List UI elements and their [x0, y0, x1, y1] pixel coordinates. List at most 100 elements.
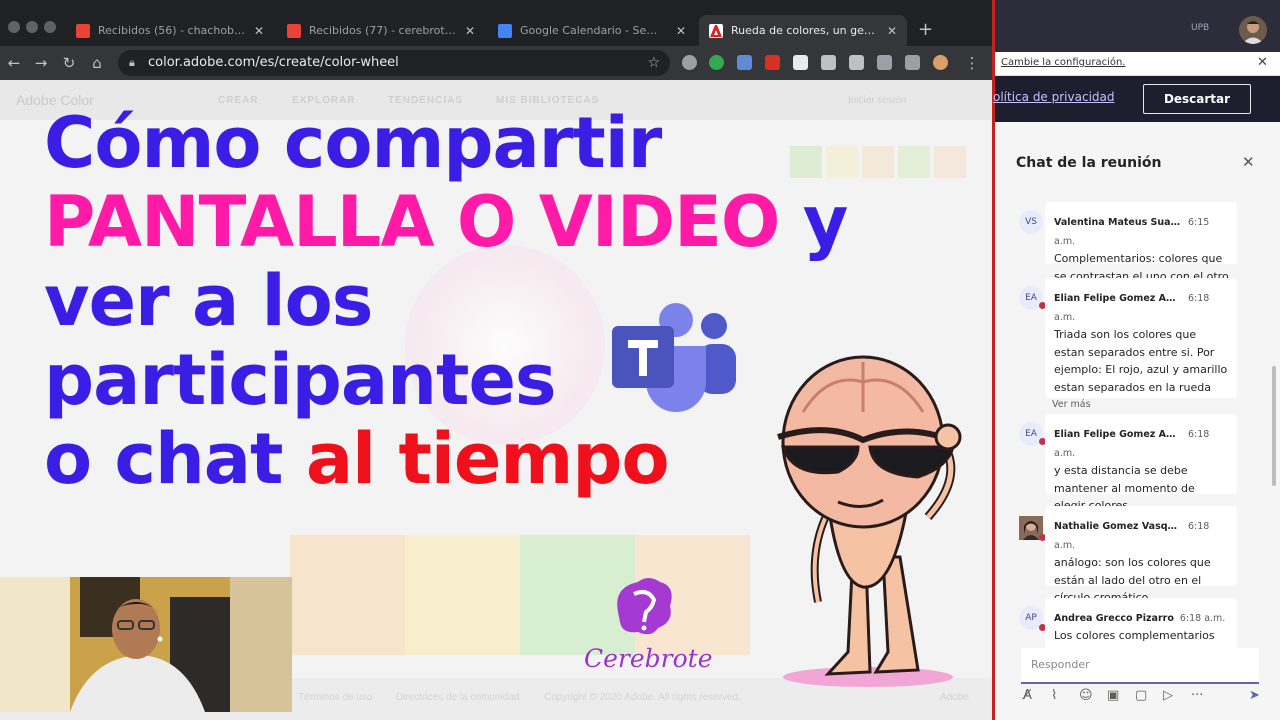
extension-icon[interactable] — [877, 55, 892, 70]
message-text: Triada son los colores que estan separad… — [1054, 328, 1228, 394]
more-options-icon[interactable]: ··· — [1191, 688, 1203, 703]
tab-adobe-color[interactable]: Rueda de colores, un generad ✕ — [699, 15, 907, 46]
teams-title-bar: UPB — [995, 0, 1280, 52]
see-more-link[interactable]: Ver más — [1052, 399, 1229, 410]
community-link[interactable]: Directrices de la comunidad — [396, 692, 519, 703]
send-icon[interactable]: ➤ — [1249, 688, 1260, 703]
gmail-icon — [76, 23, 90, 38]
title-line-5: o chat al tiempo — [44, 420, 847, 499]
tab-title: Recibidos (56) - chachobotero — [98, 24, 246, 37]
more-menu-icon[interactable]: ⋮ — [962, 53, 982, 73]
puzzle-icon[interactable] — [905, 55, 920, 70]
compose-placeholder: Responder — [1031, 658, 1090, 671]
terms-link[interactable]: Términos de uso — [298, 692, 372, 703]
close-tab-icon[interactable]: ✕ — [887, 24, 897, 38]
gmail-extension-icon[interactable] — [793, 55, 808, 70]
palette-swatch — [934, 146, 966, 178]
extension-icon[interactable] — [765, 55, 780, 70]
title-connector: y — [779, 181, 849, 263]
title-line-2: PANTALLA O VIDEO y — [44, 181, 849, 263]
org-switcher[interactable]: UPB — [1191, 23, 1209, 33]
sender-name: Elian Felipe Gomez Agu... — [1054, 293, 1182, 304]
attach-icon[interactable]: ⌇ — [1051, 688, 1057, 703]
close-icon[interactable]: ✕ — [1257, 55, 1268, 70]
color-swatch[interactable] — [290, 535, 405, 655]
close-tab-icon[interactable]: ✕ — [676, 24, 686, 38]
presenter-webcam — [0, 577, 292, 712]
signin-link[interactable]: Iniciar sesión — [848, 95, 906, 106]
extension-icon[interactable] — [682, 55, 697, 70]
compose-toolbar: A̸ ⌇ ☺ ▣ ▢ ▷ ··· ➤ — [1019, 688, 1269, 708]
gif-icon[interactable]: ▣ — [1107, 688, 1119, 703]
cerebrote-brain-logo — [617, 578, 672, 635]
calendar-icon — [498, 23, 512, 38]
emoji-icon[interactable]: ☺ — [1079, 688, 1093, 703]
extension-icon[interactable] — [737, 55, 752, 70]
change-settings-link[interactable]: Cambie la configuración. — [1001, 57, 1125, 68]
adobe-icon — [709, 23, 723, 38]
extension-icon[interactable] — [849, 55, 864, 70]
avatar[interactable]: VS — [1019, 210, 1043, 234]
message-text: Los colores complementarios son los que … — [1054, 629, 1215, 650]
tab-title: Rueda de colores, un generad — [731, 24, 879, 37]
privacy-banner: olítica de privacidad Descartar — [993, 76, 1280, 122]
forward-icon[interactable]: → — [31, 53, 51, 73]
chat-message[interactable]: Andrea Grecco Pizarro 6:18 a.m. Los color… — [1045, 598, 1237, 650]
url-text: color.adobe.com/es/create/color-wheel — [148, 55, 399, 70]
copyright-text: Copyright © 2020 Adobe. All rights reser… — [544, 692, 741, 703]
tab-title: Recibidos (77) - cerebrotevirtu — [309, 24, 457, 37]
close-window-dot[interactable] — [8, 21, 20, 33]
sticker-icon[interactable]: ▢ — [1135, 688, 1147, 703]
user-avatar[interactable] — [1239, 16, 1267, 44]
title-prefix: o chat — [44, 418, 306, 500]
reload-icon[interactable]: ↻ — [59, 53, 79, 73]
grammarly-icon[interactable] — [709, 55, 724, 70]
address-bar[interactable]: 🔒︎ color.adobe.com/es/create/color-wheel… — [118, 50, 670, 76]
cerebrote-brand-text: Cerebrote — [584, 644, 713, 673]
adobe-footer-logo: Adobe — [940, 692, 969, 703]
chat-title: Chat de la reunión — [1016, 155, 1162, 171]
chat-message-list[interactable]: VS Valentina Mateus Suarez 6:15 a.m. Comp… — [995, 196, 1280, 650]
close-tab-icon[interactable]: ✕ — [254, 24, 264, 38]
home-icon[interactable]: ⌂ — [87, 53, 107, 73]
title-highlight-red: al tiempo — [305, 418, 670, 500]
minimize-window-dot[interactable] — [26, 21, 38, 33]
tab-bar: Recibidos (56) - chachobotero ✕ Recibido… — [0, 0, 992, 46]
new-tab-icon[interactable]: + — [918, 20, 933, 40]
privacy-policy-link[interactable]: olítica de privacidad — [993, 90, 1115, 104]
compose-box[interactable]: Responder — [1021, 648, 1259, 684]
discard-button[interactable]: Descartar — [1143, 84, 1251, 114]
browser-toolbar: ← → ↻ ⌂ 🔒︎ color.adobe.com/es/create/col… — [0, 46, 992, 80]
title-line-1: Cómo compartir — [44, 102, 662, 184]
chat-message[interactable]: Nathalie Gomez Vasquez 6:18 a.m. análogo:… — [1045, 506, 1237, 604]
sender-name: Valentina Mateus Suarez — [1054, 217, 1182, 228]
tab-gmail-2[interactable]: Recibidos (77) - cerebrotevirtu ✕ — [277, 15, 485, 46]
profile-avatar[interactable] — [933, 55, 948, 70]
microsoft-teams-logo — [612, 303, 736, 412]
close-chat-icon[interactable]: ✕ — [1242, 153, 1255, 171]
sender-name: Elian Felipe Gomez Agu... — [1054, 429, 1182, 440]
title-highlight-pink: PANTALLA O VIDEO — [44, 181, 780, 263]
palette-swatch — [862, 146, 894, 178]
tab-gmail-1[interactable]: Recibidos (56) - chachobotero ✕ — [66, 15, 274, 46]
chat-scrollbar[interactable] — [1272, 366, 1276, 486]
teams-panel: UPB Cambie la configuración. ✕ olítica d… — [992, 0, 1280, 720]
format-icon[interactable]: A̸ — [1023, 688, 1032, 703]
message-time: 6:18 a.m. — [1179, 613, 1226, 624]
sender-name: Nathalie Gomez Vasquez — [1054, 521, 1182, 532]
close-tab-icon[interactable]: ✕ — [465, 24, 475, 38]
bookmark-star-icon[interactable]: ☆ — [647, 50, 660, 76]
chat-message[interactable]: Elian Felipe Gomez Agu... 6:18 a.m. y est… — [1045, 414, 1237, 512]
meet-now-icon[interactable]: ▷ — [1163, 688, 1173, 703]
cerebrote-mascot — [777, 355, 962, 687]
maximize-window-dot[interactable] — [44, 21, 56, 33]
back-icon[interactable]: ← — [4, 53, 24, 73]
color-swatch[interactable] — [405, 535, 520, 655]
sender-name: Andrea Grecco Pizarro — [1054, 613, 1174, 624]
lock-icon: 🔒︎ — [129, 56, 135, 69]
extension-icon[interactable] — [821, 55, 836, 70]
chat-message[interactable]: Elian Felipe Gomez Agu... 6:18 a.m. Triad… — [1045, 278, 1237, 410]
tab-calendar[interactable]: Google Calendario - Semana d ✕ — [488, 15, 696, 46]
chat-message[interactable]: Valentina Mateus Suarez 6:15 a.m. Complem… — [1045, 202, 1237, 283]
palette-swatch — [898, 146, 930, 178]
